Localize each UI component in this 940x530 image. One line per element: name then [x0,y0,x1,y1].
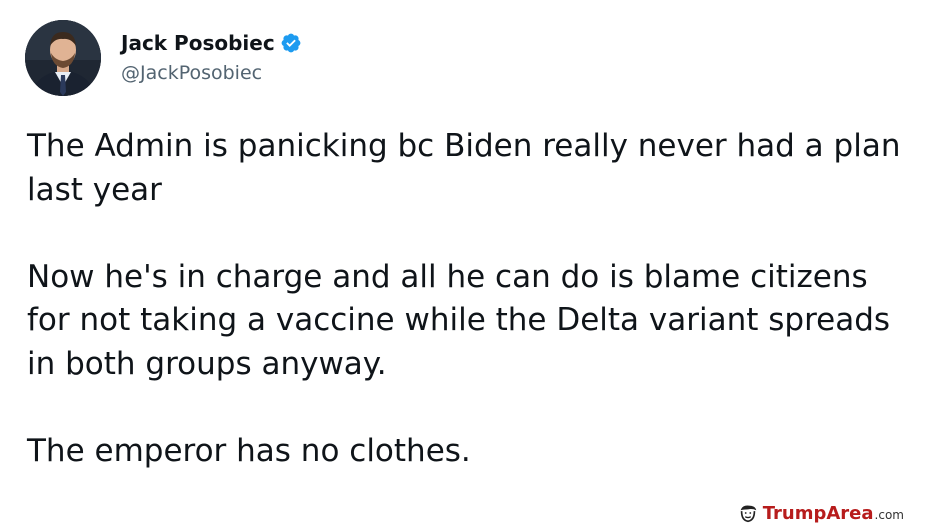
profile-photo-icon [25,20,101,96]
watermark-brand-area: Area [826,502,874,524]
author-name-row: Jack Posobiec [121,28,302,58]
verified-badge-icon [281,33,301,53]
tweet-paragraph: The emperor has no clothes. [27,432,471,469]
author-display-name[interactable]: Jack Posobiec [121,31,275,55]
watermark: TrumpArea.com [737,502,904,524]
avatar[interactable] [25,20,101,96]
tweet-paragraph: Now he's in charge and all he can do is … [27,258,891,382]
tweet-card: Jack Posobiec @JackPosobiec The Admin is… [0,0,940,530]
trump-face-icon [740,505,756,523]
author-handle[interactable]: @JackPosobiec [121,62,262,84]
watermark-text: TrumpArea.com [763,503,904,524]
watermark-brand-trump: Trump [762,502,827,524]
tweet-body: The Admin is panicking bc Biden really n… [27,125,917,473]
tweet-paragraph: The Admin is panicking bc Biden really n… [27,128,901,208]
watermark-brand-tld: .com [874,507,904,522]
